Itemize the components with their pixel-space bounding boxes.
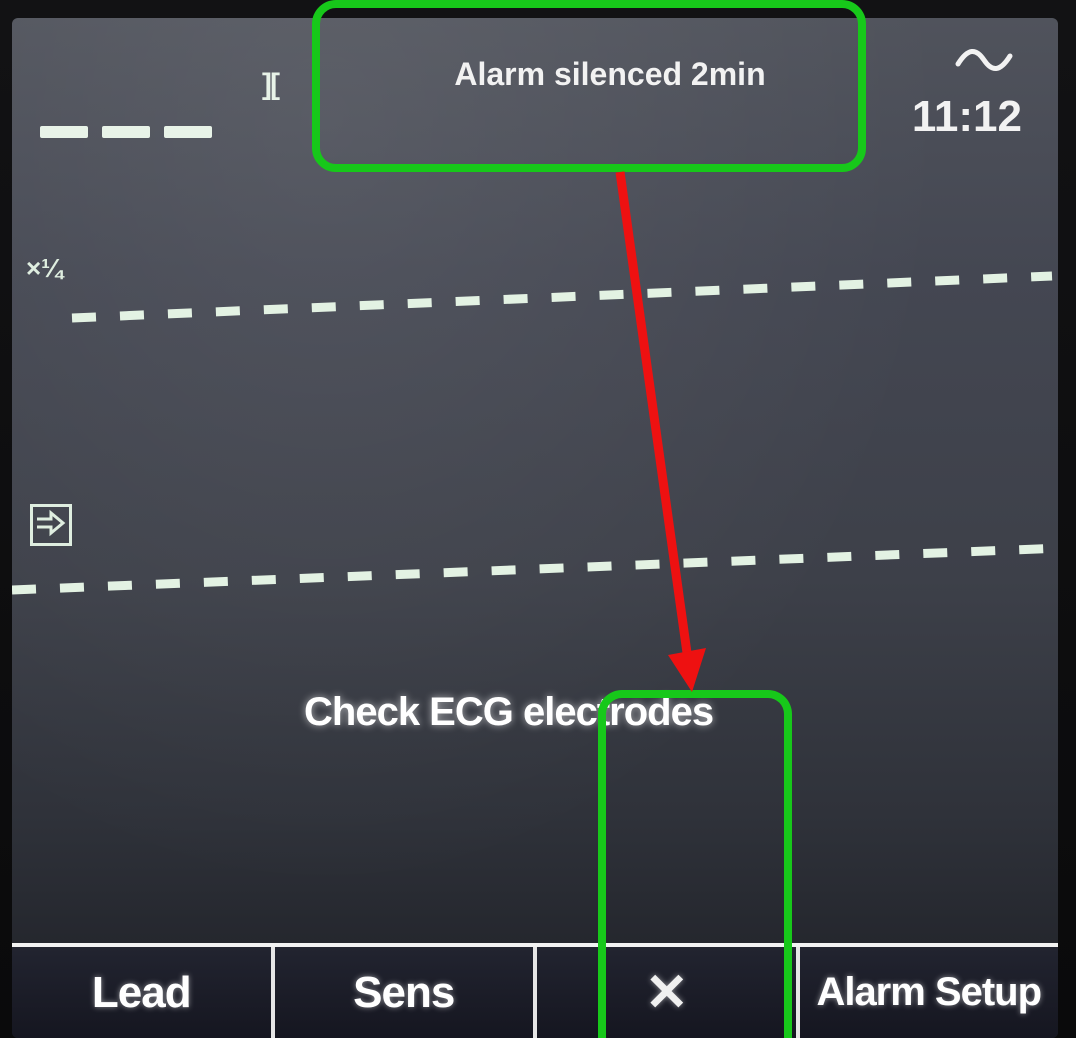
heart-rate-placeholder xyxy=(40,126,212,138)
device-bezel: ][ Alarm silenced 2min 11:12 ×¼ Check EC… xyxy=(0,0,1076,1038)
softkey-bar: Lead Sens ✕ Alarm Setup xyxy=(12,943,1058,1038)
sens-softkey[interactable]: Sens xyxy=(275,947,537,1038)
monitor-screen: ][ Alarm silenced 2min 11:12 ×¼ Check EC… xyxy=(12,18,1058,1038)
alarm-silence-icon: ✕ xyxy=(644,963,689,1022)
dash xyxy=(102,126,150,138)
pause-icon: ][ xyxy=(262,68,280,101)
lead-softkey[interactable]: Lead xyxy=(12,947,275,1038)
alarm-silence-softkey[interactable]: ✕ xyxy=(537,947,800,1038)
alarm-silenced-message: Alarm silenced 2min xyxy=(454,56,766,92)
clock: 11:12 xyxy=(911,92,1022,141)
alarm-setup-softkey[interactable]: Alarm Setup xyxy=(800,947,1059,1038)
dash xyxy=(40,126,88,138)
sine-wave-icon xyxy=(955,49,1013,71)
check-electrodes-message: Check ECG electrodes xyxy=(304,690,714,734)
ecg-trace-2 xyxy=(12,543,1058,595)
screen-glare xyxy=(12,18,1058,1038)
dash xyxy=(164,126,212,138)
ecg-trace-1 xyxy=(71,271,1053,323)
